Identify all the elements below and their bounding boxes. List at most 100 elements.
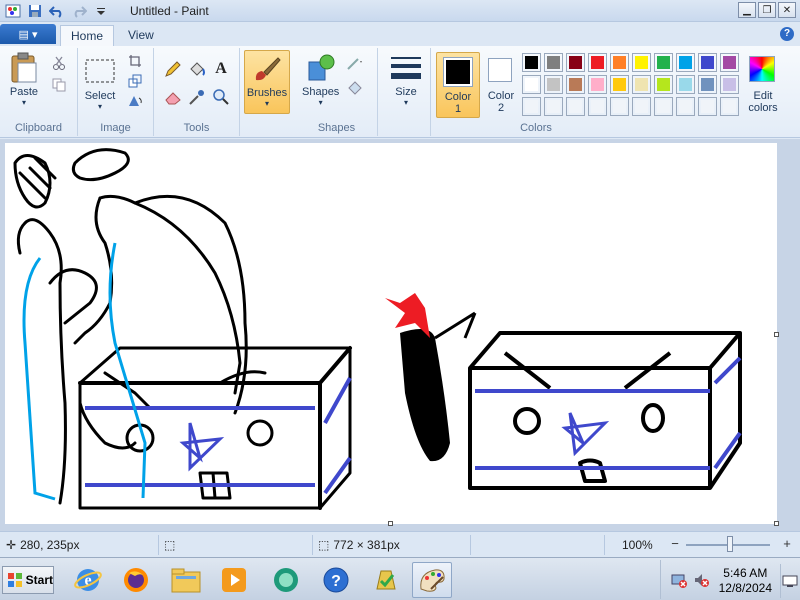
- swatch-color: [547, 78, 560, 91]
- palette-swatch[interactable]: [654, 53, 673, 72]
- paste-button[interactable]: Paste ▾: [8, 52, 40, 107]
- eraser-icon[interactable]: [164, 88, 182, 106]
- palette-custom-slot[interactable]: [588, 97, 607, 116]
- cut-icon[interactable]: [50, 54, 68, 72]
- zoom-slider-thumb[interactable]: [727, 536, 733, 552]
- clock[interactable]: 5:46 AM 12/8/2024: [719, 566, 772, 596]
- image-label: Image: [100, 122, 131, 134]
- palette-custom-slot[interactable]: [566, 97, 585, 116]
- media-center-icon[interactable]: [266, 562, 306, 598]
- edit-colors-button[interactable]: Edit colors: [744, 52, 782, 118]
- zoom-out-button[interactable]: −: [668, 537, 682, 551]
- select-icon: [84, 56, 116, 88]
- brushes-button[interactable]: Brushes ▾: [244, 50, 290, 114]
- file-explorer-icon[interactable]: [166, 562, 206, 598]
- restore-button[interactable]: ❐: [758, 2, 776, 18]
- close-button[interactable]: ✕: [778, 2, 796, 18]
- pencil-icon[interactable]: [164, 60, 182, 78]
- zoom-in-button[interactable]: +: [780, 537, 794, 551]
- color2-label-line2: 2: [497, 102, 505, 114]
- swatch-color: [525, 78, 538, 91]
- palette-swatch[interactable]: [522, 53, 541, 72]
- palette-swatch[interactable]: [676, 75, 695, 94]
- internet-explorer-icon[interactable]: e: [68, 562, 108, 598]
- palette-custom-slot[interactable]: [632, 97, 651, 116]
- save-icon[interactable]: [26, 2, 44, 20]
- outline-icon[interactable]: [346, 54, 364, 72]
- palette-swatch[interactable]: [698, 75, 717, 94]
- palette-swatch[interactable]: [566, 75, 585, 94]
- copy-icon[interactable]: [50, 76, 68, 94]
- volume-muted-icon[interactable]: [693, 572, 709, 591]
- rotate-icon[interactable]: [126, 92, 144, 110]
- swatch-color: [701, 56, 714, 69]
- palette-swatch[interactable]: [632, 75, 651, 94]
- palette-custom-slot[interactable]: [676, 97, 695, 116]
- start-button[interactable]: Start: [2, 566, 54, 594]
- palette-swatch[interactable]: [522, 75, 541, 94]
- palette-custom-slot[interactable]: [720, 97, 739, 116]
- palette-swatch[interactable]: [720, 53, 739, 72]
- palette-custom-slot[interactable]: [522, 97, 541, 116]
- color2-button[interactable]: Color 2: [484, 52, 518, 118]
- shapes-button[interactable]: Shapes ▾: [302, 52, 339, 107]
- canvas-resize-handle-bottom[interactable]: [388, 521, 393, 526]
- firefox-icon[interactable]: [116, 562, 156, 598]
- clipboard-group: Paste ▾ Clipboard: [0, 48, 78, 136]
- palette-custom-slot[interactable]: [610, 97, 629, 116]
- selection-size: ⬚: [164, 538, 175, 552]
- palette-swatch[interactable]: [588, 53, 607, 72]
- palette-swatch[interactable]: [610, 53, 629, 72]
- customize-qat-icon[interactable]: [92, 2, 110, 20]
- size-button[interactable]: Size ▾: [386, 52, 426, 107]
- fill-shape-icon[interactable]: [346, 78, 364, 96]
- palette-swatch[interactable]: [720, 75, 739, 94]
- palette-swatch[interactable]: [544, 53, 563, 72]
- color-picker-icon[interactable]: [188, 88, 206, 106]
- cursor-position-text: 280, 235px: [20, 538, 80, 552]
- palette-custom-slot[interactable]: [544, 97, 563, 116]
- text-icon[interactable]: A: [212, 60, 230, 78]
- canvas-resize-handle-corner[interactable]: [774, 521, 779, 526]
- palette-swatch[interactable]: [654, 75, 673, 94]
- redo-icon[interactable]: [70, 2, 88, 20]
- palette-swatch[interactable]: [588, 75, 607, 94]
- palette-swatch[interactable]: [698, 53, 717, 72]
- palette-custom-slot[interactable]: [654, 97, 673, 116]
- drawing-canvas[interactable]: [5, 143, 779, 526]
- swatch-color: [547, 56, 560, 69]
- paste-dropdown-icon: ▾: [21, 98, 26, 107]
- help-support-icon[interactable]: ?: [316, 562, 356, 598]
- swatch-color: [569, 56, 582, 69]
- help-icon[interactable]: ?: [780, 27, 794, 41]
- palette-swatch[interactable]: [632, 53, 651, 72]
- select-button[interactable]: Select ▾: [84, 56, 116, 111]
- action-center-icon[interactable]: [366, 562, 406, 598]
- canvas-size-icon: ⬚: [318, 538, 330, 552]
- palette-custom-slot[interactable]: [698, 97, 717, 116]
- swatch-color: [657, 56, 670, 69]
- resize-icon[interactable]: [126, 72, 144, 90]
- color1-button[interactable]: Color 1: [436, 52, 480, 118]
- palette-swatch[interactable]: [676, 53, 695, 72]
- palette-swatch[interactable]: [610, 75, 629, 94]
- fill-icon[interactable]: [188, 60, 206, 78]
- size-icon: [390, 52, 422, 84]
- paint-app-icon[interactable]: [4, 2, 22, 20]
- windows-logo-icon: [8, 573, 22, 587]
- crop-icon[interactable]: [126, 52, 144, 70]
- undo-icon[interactable]: [48, 2, 66, 20]
- palette-swatch[interactable]: [566, 53, 585, 72]
- tab-view[interactable]: View: [118, 25, 164, 46]
- paint-taskbar-icon[interactable]: [412, 562, 452, 598]
- show-desktop-button[interactable]: [780, 564, 798, 598]
- media-player-icon[interactable]: [214, 562, 254, 598]
- tab-home[interactable]: Home: [60, 25, 115, 46]
- minimize-button[interactable]: ▁: [738, 2, 756, 18]
- network-error-icon[interactable]: [671, 572, 687, 591]
- color1-label-line2: 1: [454, 103, 462, 115]
- palette-swatch[interactable]: [544, 75, 563, 94]
- magnifier-icon[interactable]: [212, 88, 230, 106]
- canvas-resize-handle-right[interactable]: [774, 332, 779, 337]
- app-menu-button[interactable]: ▤ ▾: [0, 24, 56, 44]
